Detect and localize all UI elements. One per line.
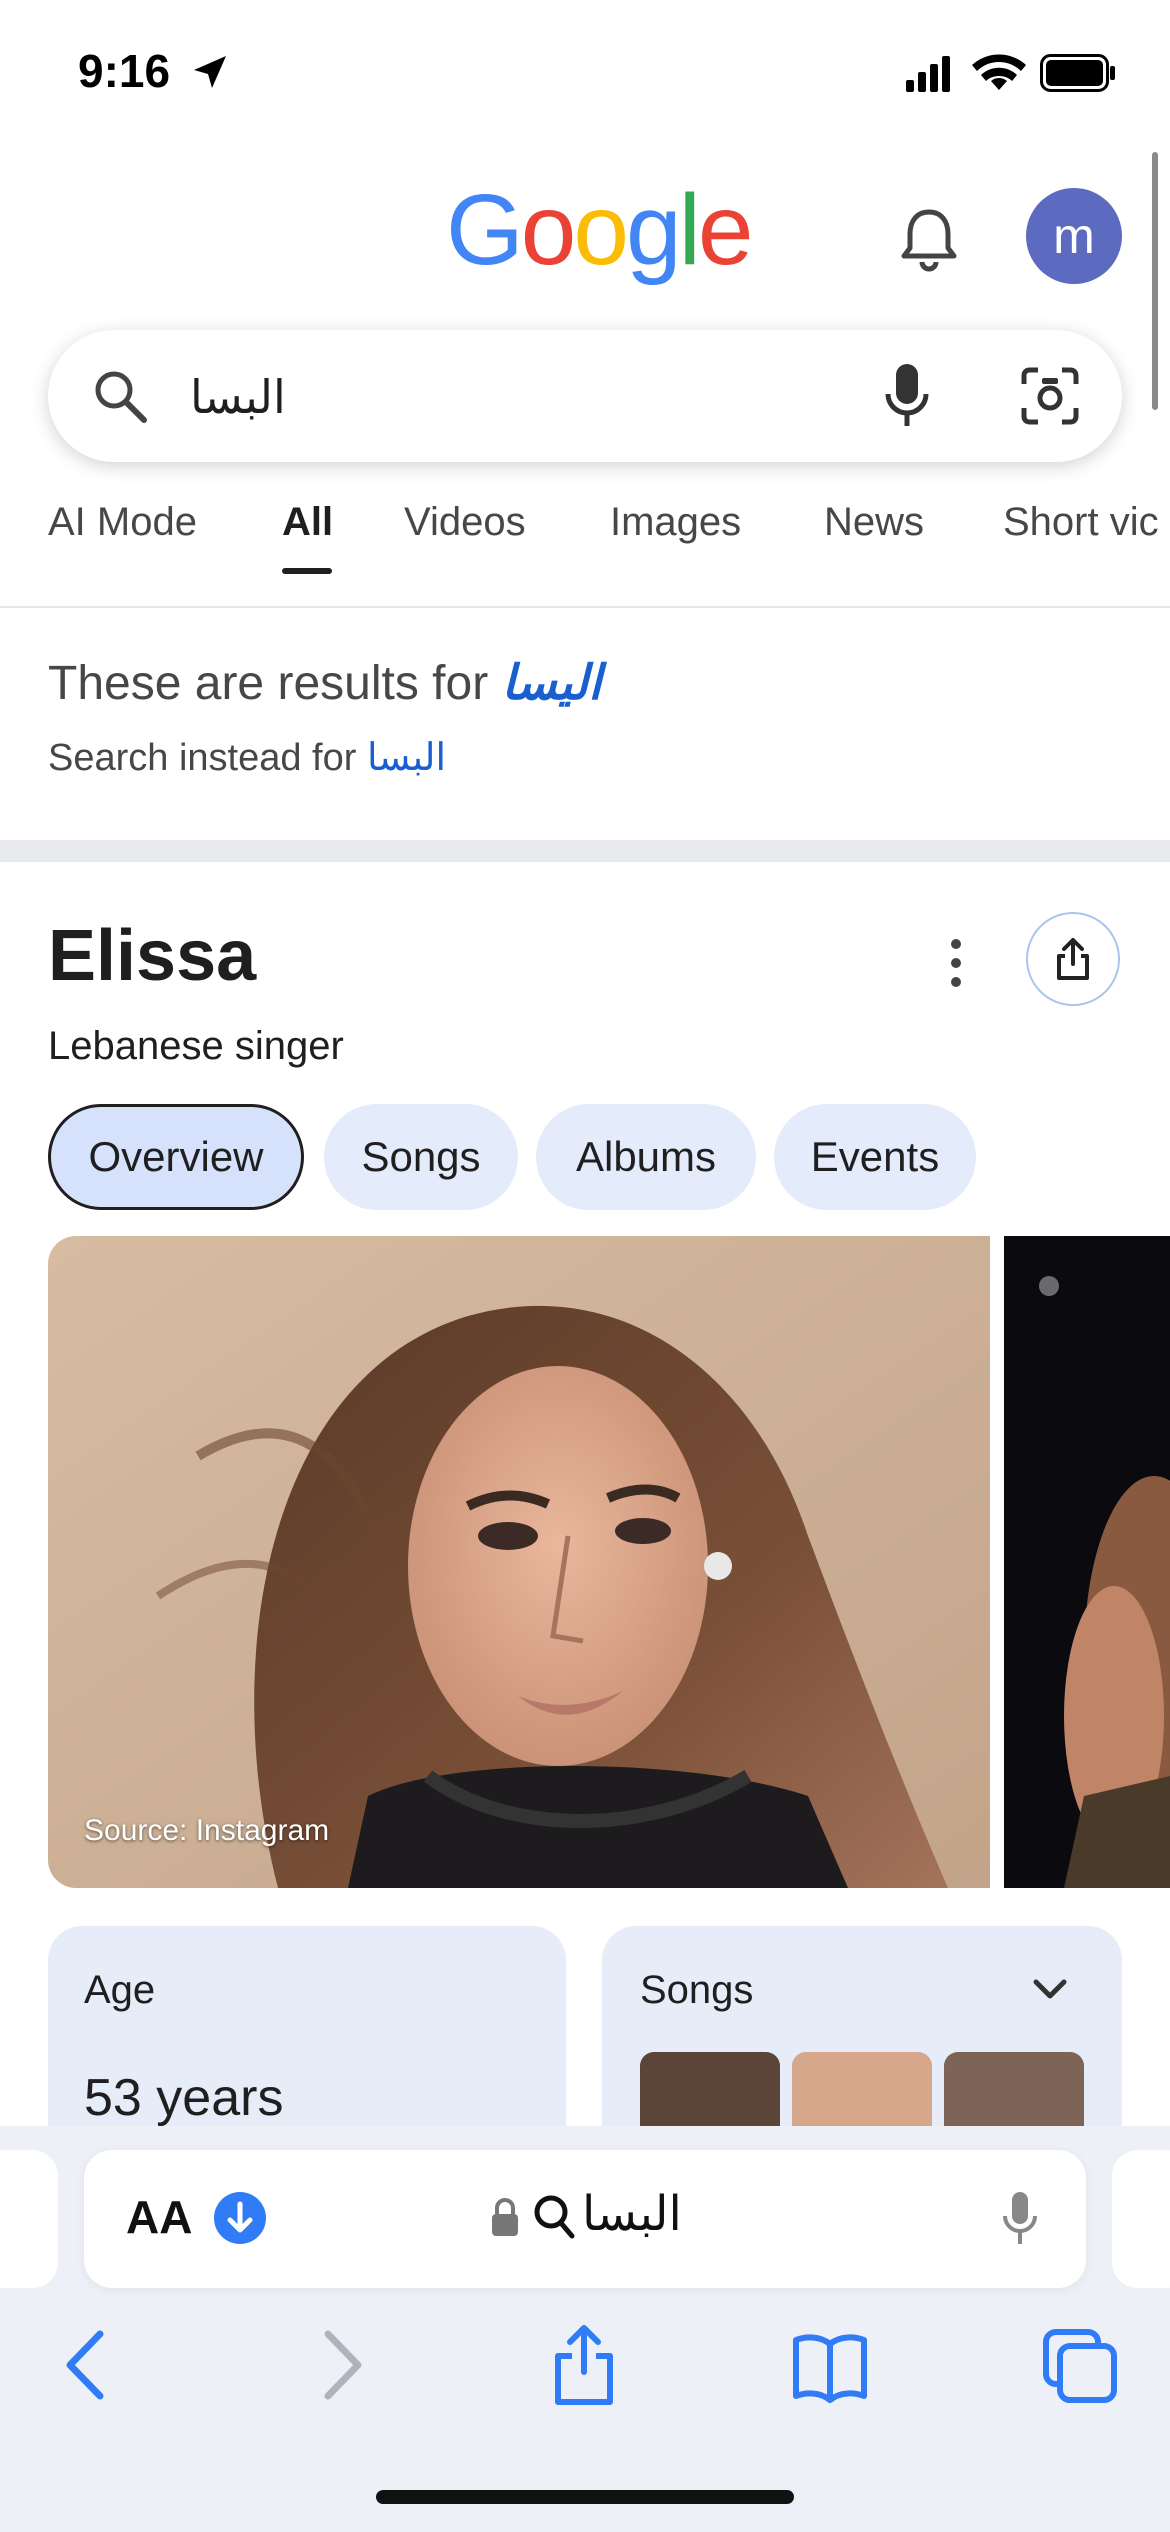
entity-title: Elissa <box>48 916 257 996</box>
account-avatar[interactable]: m <box>1026 188 1122 284</box>
status-time: 9:16 <box>78 45 171 97</box>
battery-icon <box>1040 54 1115 92</box>
google-lens-camera-icon[interactable] <box>1018 364 1082 428</box>
logo-letter: e <box>697 174 754 286</box>
logo-letter: g <box>626 174 682 286</box>
chip-albums[interactable]: Albums <box>536 1104 756 1210</box>
wifi-icon <box>972 54 1026 90</box>
active-tab-underline <box>282 568 332 574</box>
search-instead-text: Search instead for البسا <box>48 735 446 780</box>
results-for-text: These are results for اليسا <box>48 655 601 711</box>
scroll-indicator[interactable] <box>1152 152 1158 410</box>
home-indicator[interactable] <box>376 2490 794 2504</box>
entity-photo-second[interactable] <box>1004 1236 1170 1888</box>
chevron-down-icon[interactable] <box>1030 1972 1070 2006</box>
age-label: Age <box>84 1968 156 2012</box>
tab-ai-mode[interactable]: AI Mode <box>48 500 197 545</box>
entity-photo-main[interactable] <box>48 1236 990 1888</box>
tab-short-videos[interactable]: Short vic <box>1003 500 1159 545</box>
portrait-image <box>48 1236 990 1888</box>
tabs-divider <box>0 606 1170 608</box>
song-thumbnail[interactable] <box>944 2052 1084 2132</box>
cellular-signal-icon <box>906 56 950 92</box>
address-search-icon <box>534 2195 575 2239</box>
address-text[interactable]: البسا <box>582 2186 682 2242</box>
back-icon[interactable] <box>48 2320 128 2410</box>
chip-events[interactable]: Events <box>774 1104 976 1210</box>
tab-videos[interactable]: Videos <box>404 500 526 545</box>
tab-images[interactable]: Images <box>610 500 741 545</box>
tab-all[interactable]: All <box>282 500 333 545</box>
voice-search-mic-icon[interactable] <box>880 360 934 432</box>
songs-label: Songs <box>640 1968 754 2012</box>
lock-icon <box>492 2198 518 2236</box>
search-input[interactable]: البسا <box>190 370 286 424</box>
more-options-icon[interactable] <box>940 936 972 990</box>
section-divider <box>0 840 1170 862</box>
share-icon <box>1057 938 1089 980</box>
next-tab-preview[interactable] <box>1112 2150 1170 2288</box>
dictation-mic-icon[interactable] <box>1000 2188 1040 2248</box>
age-value: 53 years <box>84 2069 284 2127</box>
chip-overview[interactable]: Overview <box>48 1104 304 1210</box>
search-instead-prefix: Search instead for <box>48 737 367 779</box>
previous-tab-preview[interactable] <box>0 2150 58 2288</box>
google-logo[interactable]: Google <box>446 180 753 280</box>
chip-songs[interactable]: Songs <box>324 1104 518 1210</box>
downloads-badge-icon[interactable] <box>214 2192 266 2244</box>
location-arrow-icon <box>194 56 226 88</box>
logo-letter: o <box>573 174 629 286</box>
entity-subtitle: Lebanese singer <box>48 1024 344 1068</box>
image-source-caption: Source: Instagram <box>84 1814 330 1847</box>
logo-letter: l <box>678 174 701 286</box>
second-photo-image <box>1004 1236 1170 1888</box>
results-for-prefix: These are results for <box>48 657 502 710</box>
bookmarks-icon[interactable] <box>790 2320 870 2410</box>
corrected-query-link[interactable]: اليسا <box>502 657 602 710</box>
tab-news[interactable]: News <box>824 500 924 545</box>
share-toolbar-icon[interactable] <box>544 2320 624 2410</box>
logo-letter: G <box>446 174 524 286</box>
notifications-bell-icon[interactable] <box>896 204 962 274</box>
original-query-link[interactable]: البسا <box>367 737 446 779</box>
forward-icon[interactable] <box>300 2320 380 2410</box>
tabs-overview-icon[interactable] <box>1040 2320 1120 2410</box>
song-thumbnail[interactable] <box>640 2052 780 2132</box>
song-thumbnail[interactable] <box>792 2052 932 2132</box>
search-icon <box>95 371 147 423</box>
share-button[interactable] <box>1026 912 1120 1006</box>
logo-letter: o <box>520 174 577 286</box>
reader-options-button[interactable]: AA <box>126 2190 192 2244</box>
